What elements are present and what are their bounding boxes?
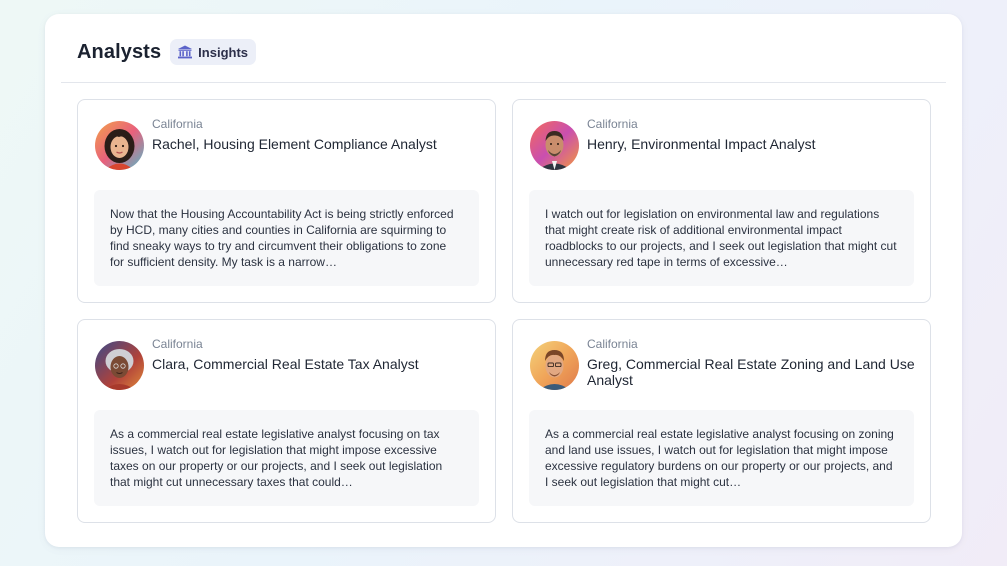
analyst-state: California [152,117,203,131]
analyst-state: California [587,337,638,351]
avatar-henry [530,121,579,170]
analyst-card-henry[interactable]: California Henry, Environmental Impact A… [512,99,931,303]
avatar-rachel [95,121,144,170]
page-title: Analysts [77,40,162,63]
analyst-name: Rachel, Housing Element Compliance Analy… [152,136,437,152]
analyst-description: As a commercial real estate legislative … [94,410,479,506]
analyst-card-clara[interactable]: California Clara, Commercial Real Estate… [77,319,496,523]
analyst-name: Henry, Environmental Impact Analyst [587,136,816,152]
analyst-name: Clara, Commercial Real Estate Tax Analys… [152,356,419,372]
analyst-description: Now that the Housing Accountability Act … [94,190,479,286]
analyst-name: Greg, Commercial Real Estate Zoning and … [587,356,915,388]
panel-header: Analysts Insights [77,39,257,65]
insights-badge-label: Insights [198,44,249,60]
analyst-state: California [152,337,203,351]
analysts-panel: Analysts Insights California Rachel, Hou… [45,14,962,547]
avatar-clara [95,341,144,390]
analyst-description: I watch out for legislation on environme… [529,190,914,286]
analyst-description: As a commercial real estate legislative … [529,410,914,506]
analyst-card-rachel[interactable]: California Rachel, Housing Element Compl… [77,99,496,303]
analyst-card-greg[interactable]: California Greg, Commercial Real Estate … [512,319,931,523]
institution-icon [177,45,193,59]
analyst-state: California [587,117,638,131]
header-divider [61,82,946,83]
avatar-greg [530,341,579,390]
insights-badge[interactable]: Insights [170,39,257,65]
